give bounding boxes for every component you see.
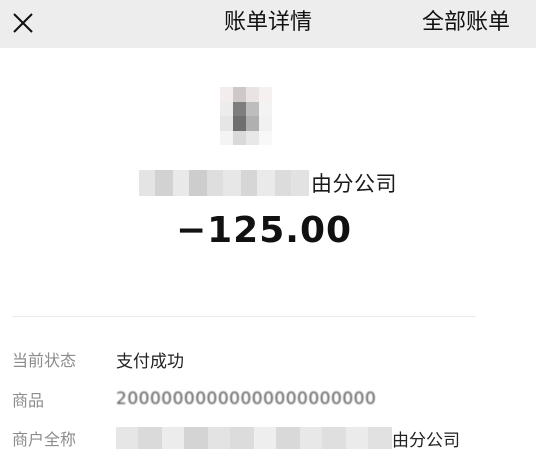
top-nav-bar: 账单详情 全部账单: [0, 0, 536, 48]
status-value: 支付成功: [116, 351, 184, 372]
redacted-merchant-name: [139, 170, 309, 196]
detail-label: 商品: [12, 391, 45, 410]
transaction-amount: −125.00: [175, 210, 353, 251]
detail-row-status: 当前状态 支付成功: [12, 345, 516, 373]
section-divider: [12, 316, 476, 317]
detail-row-merchant-full-name: 商户全称 由分公司: [12, 424, 516, 452]
merchant-name-suffix: 由分公司: [311, 172, 397, 196]
close-button[interactable]: [8, 8, 38, 38]
detail-label: 当前状态: [12, 351, 77, 370]
merchant-full-name-suffix: 由分公司: [392, 430, 460, 451]
merchant-avatar: [220, 87, 272, 145]
detail-row-product: 商品 20000000000000000000000: [12, 385, 516, 413]
all-bills-button[interactable]: 全部账单: [422, 0, 510, 48]
merchant-full-name-value: 由分公司: [116, 426, 460, 451]
product-value: 20000000000000000000000: [116, 389, 377, 409]
merchant-name: 由分公司: [0, 166, 536, 200]
detail-label: 商户全称: [12, 430, 77, 449]
redacted-merchant-full-name: [116, 427, 392, 449]
close-icon: [13, 13, 33, 33]
